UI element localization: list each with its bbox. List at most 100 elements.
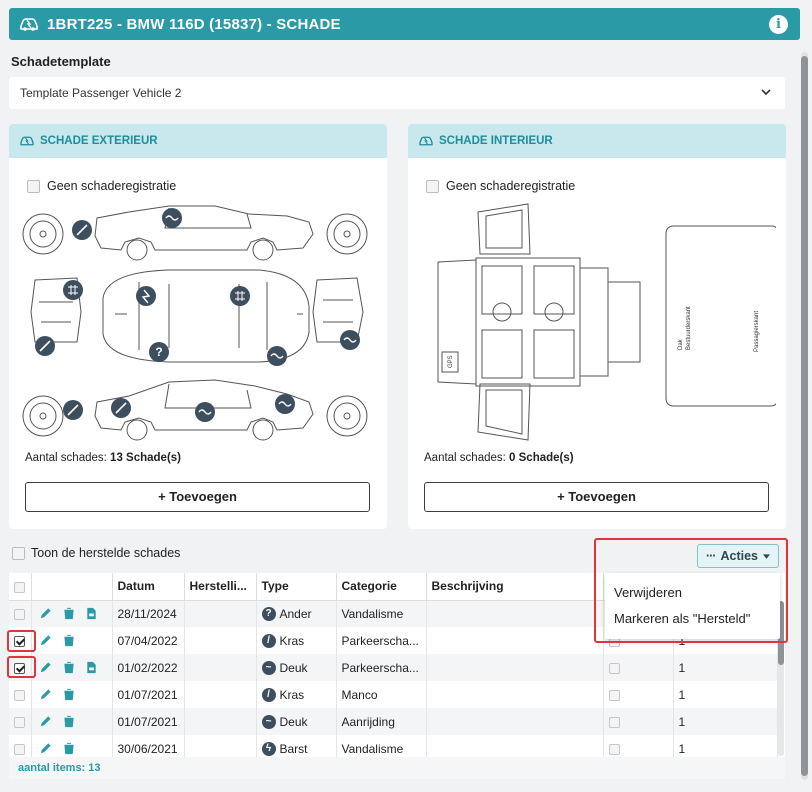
cell-type-label: Kras (279, 687, 305, 702)
row-checkbox[interactable] (14, 716, 25, 728)
cell-extra-value: 1 (673, 681, 778, 708)
edit-pencil-icon[interactable] (39, 607, 52, 620)
damage-type-icon: ~ (261, 660, 276, 675)
trash-icon[interactable] (63, 715, 75, 728)
trash-icon[interactable] (63, 688, 75, 701)
template-select-value: Template Passenger Vehicle 2 (20, 86, 182, 100)
cell-type: ~ Deuk (256, 708, 337, 735)
interior-add-button[interactable]: + Toevoegen (424, 482, 769, 512)
cell-type: / Kras (256, 627, 337, 654)
show-repaired-checkbox[interactable] (12, 546, 25, 560)
row-select-cell[interactable] (9, 600, 32, 627)
trash-icon[interactable] (63, 661, 75, 674)
exterior-count-label: Aantal schades: (25, 452, 107, 464)
interior-card-header: SCHADE INTERIEUR (408, 124, 786, 158)
cell-extra-checkbox (603, 654, 674, 681)
highlight-row-3-checkbox (7, 656, 36, 678)
column-header-datum[interactable]: Datum (112, 573, 185, 601)
row-actions-cell (31, 627, 113, 654)
trash-icon[interactable] (63, 742, 75, 755)
row-select-cell[interactable] (9, 735, 32, 757)
row-select-cell[interactable] (9, 681, 32, 708)
interior-damage-count: Aantal schades: 0 Schade(s) (424, 452, 574, 464)
cell-extra-checkbox (603, 735, 674, 757)
column-header-hersteld[interactable]: Herstelli... (184, 573, 257, 601)
column-header-type[interactable]: Type (256, 573, 337, 601)
exterior-no-damage-checkbox[interactable] (27, 179, 40, 193)
edit-pencil-icon[interactable] (39, 742, 52, 755)
page-scrollbar-thumb[interactable] (801, 56, 808, 776)
table-row[interactable]: 01/02/2022 ~ Deuk Parkeerscha... 1 (9, 654, 778, 681)
row-actions-cell (31, 708, 113, 735)
cell-beschrijving (426, 627, 604, 654)
exterior-no-damage-toggle[interactable]: Geen schaderegistratie (27, 179, 176, 193)
cell-datum: 01/07/2021 (112, 681, 185, 708)
damage-type-icon: / (261, 633, 276, 648)
table-row[interactable]: 01/07/2021/Kras Manco 1 (9, 681, 778, 708)
select-all-checkbox[interactable] (14, 581, 25, 593)
damage-type-icon: ϟ (261, 741, 276, 756)
highlight-row-2-checkbox (7, 630, 36, 652)
column-header-beschrijving[interactable]: Beschrijving (426, 573, 604, 601)
cell-hersteld (184, 600, 257, 627)
edit-pencil-icon[interactable] (39, 661, 52, 674)
exterior-add-button[interactable]: + Toevoegen (25, 482, 370, 512)
trash-icon[interactable] (63, 634, 75, 647)
table-row[interactable]: 01/07/2021 ~ Deuk Aanrijding 1 (9, 708, 778, 735)
trash-icon[interactable] (63, 607, 75, 620)
interior-car-diagram[interactable]: Dak Bestuurderskant Passagierskant GPS (418, 202, 776, 442)
interior-label-bestuurder: Bestuurderskant (686, 306, 692, 350)
template-label: Schadetemplate (11, 54, 111, 69)
edit-pencil-icon[interactable] (39, 715, 52, 728)
svg-text:?: ? (155, 345, 162, 359)
info-icon[interactable]: i (769, 15, 788, 34)
row-checkbox[interactable] (14, 743, 25, 755)
cell-datum: 07/04/2022 (112, 627, 185, 654)
interior-count-value: 0 Schade(s) (509, 452, 574, 464)
document-icon[interactable] (86, 607, 97, 620)
show-repaired-toggle[interactable]: Toon de herstelde schades (12, 546, 180, 560)
interior-no-damage-checkbox[interactable] (426, 179, 439, 193)
interior-count-label: Aantal schades: (424, 452, 506, 464)
car-damage-icon (20, 18, 38, 31)
cell-type-label: Ander (279, 606, 312, 621)
cell-extra-value: 1 (673, 708, 778, 735)
edit-pencil-icon[interactable] (39, 688, 52, 701)
row-repaired-checkbox[interactable] (608, 743, 620, 755)
row-select-cell[interactable] (9, 708, 32, 735)
template-select[interactable]: Template Passenger Vehicle 2 (9, 77, 785, 109)
exterior-card-header: SCHADE EXTERIEUR (9, 124, 387, 158)
page-title: 1BRT225 - BMW 116D (15837) - SCHADE (47, 15, 341, 33)
exterior-damage-count: Aantal schades: 13 Schade(s) (25, 452, 181, 464)
cell-type-label: Barst (279, 741, 308, 756)
exterior-damage-card: SCHADE EXTERIEUR Geen schaderegistratie (9, 124, 387, 529)
cell-categorie: Aanrijding (336, 708, 427, 735)
row-checkbox[interactable] (14, 609, 25, 621)
interior-label-dak: Dak (678, 338, 684, 350)
row-repaired-checkbox[interactable] (608, 689, 620, 701)
page-header: 1BRT225 - BMW 116D (15837) - SCHADE i (9, 8, 800, 40)
column-header-categorie[interactable]: Categorie (336, 573, 427, 601)
cell-categorie: Parkeerscha... (336, 627, 427, 654)
row-actions-cell (31, 600, 113, 627)
edit-pencil-icon[interactable] (39, 634, 52, 647)
row-actions-cell (31, 735, 113, 757)
damage-markers: ? (35, 208, 360, 422)
interior-no-damage-toggle[interactable]: Geen schaderegistratie (426, 179, 575, 193)
exterior-car-diagram[interactable]: ? (19, 202, 377, 442)
exterior-count-value: 13 Schade(s) (110, 452, 181, 464)
select-all-header[interactable] (9, 573, 32, 601)
page-scrollbar[interactable] (801, 52, 808, 780)
document-icon[interactable] (86, 661, 97, 674)
row-checkbox[interactable] (14, 689, 25, 701)
cell-type: ~ Deuk (256, 654, 337, 681)
interior-no-damage-label: Geen schaderegistratie (446, 179, 576, 193)
row-repaired-checkbox[interactable] (608, 662, 620, 674)
exterior-no-damage-label: Geen schaderegistratie (47, 179, 177, 193)
interior-label-passagier: Passagierskant (754, 311, 760, 352)
table-footer: aantal items: 13 (9, 757, 785, 779)
cell-categorie: Vandalisme (336, 735, 427, 757)
row-repaired-checkbox[interactable] (608, 716, 620, 728)
chevron-down-icon (761, 89, 771, 96)
table-row[interactable]: 30/06/2021 ϟ Barst Vandalisme 1 (9, 735, 778, 757)
